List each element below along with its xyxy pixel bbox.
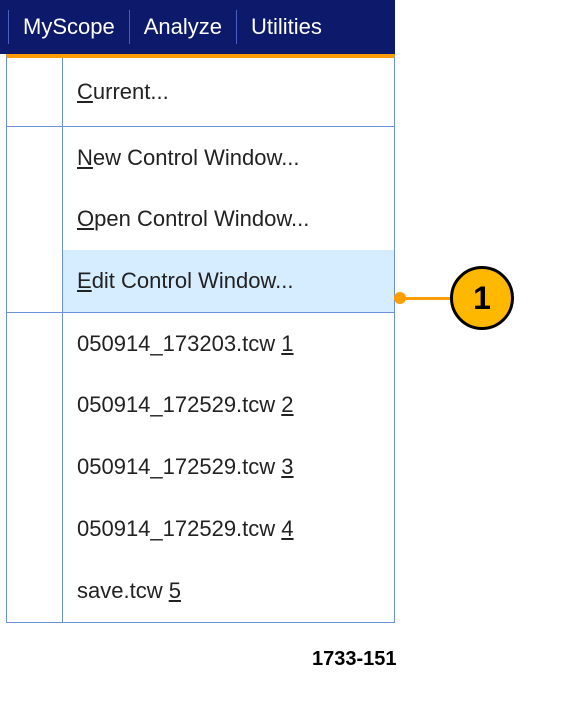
menu-item-new-control-window[interactable]: New Control Window...: [7, 126, 394, 188]
menu-item-label: 050914_172529.tcw 3: [63, 436, 394, 498]
menu-icon-spacer: [7, 188, 63, 250]
menu-item-label: 050914_172529.tcw 2: [63, 374, 394, 436]
menu-icon-spacer: [7, 498, 63, 560]
menu-item-recent-5[interactable]: save.tcw 5: [7, 560, 394, 622]
menu-icon-spacer: [7, 436, 63, 498]
menu-icon-spacer: [7, 313, 63, 374]
menu-item-recent-1[interactable]: 050914_173203.tcw 1: [7, 312, 394, 374]
menu-icon-spacer: [7, 127, 63, 188]
menu-item-recent-3[interactable]: 050914_172529.tcw 3: [7, 436, 394, 498]
menu-myscope[interactable]: MyScope: [8, 10, 129, 44]
menu-item-label: 050914_172529.tcw 4: [63, 498, 394, 560]
menu-item-label: Current...: [63, 58, 394, 126]
myscope-dropdown: Current... New Control Window... Open Co…: [6, 54, 395, 623]
menu-item-label: 050914_173203.tcw 1: [63, 313, 394, 374]
callout-number: 1: [450, 266, 514, 330]
menu-item-label: save.tcw 5: [63, 560, 394, 622]
menu-item-recent-2[interactable]: 050914_172529.tcw 2: [7, 374, 394, 436]
figure-id: 1733-151: [312, 648, 397, 671]
menu-icon-spacer: [7, 250, 63, 312]
callout-1: 1: [394, 266, 514, 330]
menu-item-label: New Control Window...: [63, 127, 394, 188]
menu-item-edit-control-window[interactable]: Edit Control Window...: [7, 250, 394, 312]
menu-item-label: Edit Control Window...: [63, 250, 394, 312]
menu-analyze[interactable]: Analyze: [129, 10, 236, 44]
menu-item-recent-4[interactable]: 050914_172529.tcw 4: [7, 498, 394, 560]
menu-item-label: Open Control Window...: [63, 188, 394, 250]
menu-item-current[interactable]: Current...: [7, 58, 394, 126]
callout-line-icon: [406, 297, 450, 300]
menu-utilities[interactable]: Utilities: [236, 10, 336, 44]
menu-icon-spacer: [7, 374, 63, 436]
menu-icon-spacer: [7, 58, 63, 126]
callout-dot-icon: [394, 292, 406, 304]
menu-item-open-control-window[interactable]: Open Control Window...: [7, 188, 394, 250]
menu-icon-spacer: [7, 560, 63, 622]
menubar: MyScope Analyze Utilities: [0, 0, 395, 54]
